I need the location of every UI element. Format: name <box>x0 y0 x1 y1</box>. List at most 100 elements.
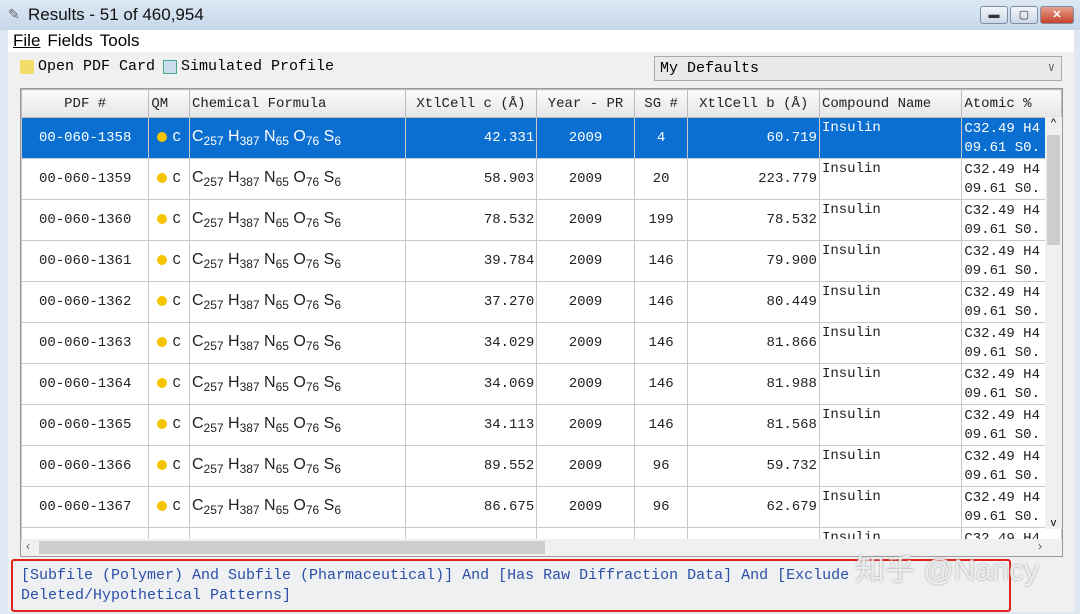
maximize-button[interactable]: ▢ <box>1010 6 1038 24</box>
qm-cell: C <box>148 240 190 282</box>
chemical-formula: C257 H387 N65 O76 S6 <box>188 158 406 200</box>
formula-subscript: 387 <box>239 298 260 313</box>
close-button[interactable]: ✕ <box>1040 6 1074 24</box>
formula-subscript: 257 <box>203 134 224 149</box>
column-header[interactable]: Compound Name <box>818 89 963 118</box>
menu-tools[interactable]: Tools <box>100 31 140 52</box>
sg-number: 20 <box>633 158 689 200</box>
quality-dot-icon <box>157 419 168 430</box>
formula-subscript: 257 <box>203 175 224 190</box>
title-bar: ✎ Results - 51 of 460,954 ▬ ▢ ✕ <box>0 0 1080 30</box>
scroll-left-icon[interactable]: ‹ <box>26 539 30 553</box>
table-row[interactable]: 00-060-1358 C C257 H387 N65 O76 S6 42.33… <box>21 117 1062 159</box>
pdf-number: 00-060-1363 <box>21 322 150 364</box>
table-row[interactable]: 00-060-1361 C C257 H387 N65 O76 S6 39.78… <box>21 240 1062 282</box>
chemical-formula: C257 H387 N65 O76 S6 <box>188 404 406 446</box>
open-pdf-card-label: Open PDF Card <box>38 58 156 75</box>
column-header[interactable]: QM <box>148 89 190 118</box>
formula-subscript: 76 <box>305 503 320 518</box>
table-row[interactable]: 00-060-1365 C C257 H387 N65 O76 S6 34.11… <box>21 404 1062 446</box>
qm-cell: C <box>148 281 190 323</box>
formula-subscript: 387 <box>239 421 260 436</box>
chemical-formula: C257 H387 N65 O76 S6 <box>188 117 406 159</box>
xtlcell-c: 37.270 <box>404 281 538 323</box>
qm-cell: C <box>148 322 190 364</box>
column-header[interactable]: Chemical Formula <box>188 89 406 118</box>
table-row[interactable]: 00-060-1363 C C257 H387 N65 O76 S6 34.02… <box>21 322 1062 364</box>
formula-subscript: 65 <box>275 298 289 313</box>
table-row[interactable]: 00-060-1362 C C257 H387 N65 O76 S6 37.27… <box>21 281 1062 323</box>
year: 2009 <box>536 199 635 241</box>
formula-subscript: 76 <box>305 462 320 477</box>
xtlcell-b: 62.679 <box>687 486 820 528</box>
formula-subscript: 76 <box>305 421 320 436</box>
xtlcell-b: 223.779 <box>687 158 820 200</box>
qm-cell: C <box>148 199 190 241</box>
menu-fields[interactable]: Fields <box>47 31 92 52</box>
view-select[interactable]: My Defaults ∨ <box>654 56 1062 81</box>
xtlcell-c: 34.029 <box>404 322 538 364</box>
simulated-profile-button[interactable]: Simulated Profile <box>163 58 334 75</box>
qm-cell: C <box>148 404 190 446</box>
formula-subscript: 76 <box>305 257 320 272</box>
formula-subscript: 6 <box>334 380 342 395</box>
formula-subscript: 6 <box>334 216 342 231</box>
column-header[interactable]: Atomic % <box>961 89 1062 118</box>
qm-cell: C <box>148 158 190 200</box>
xtlcell-b: 59.732 <box>687 445 820 487</box>
year: 2009 <box>536 158 635 200</box>
compound-name: Insulin <box>818 486 963 528</box>
column-header[interactable]: PDF # <box>21 89 150 118</box>
quality-dot-icon <box>157 378 168 389</box>
column-header[interactable]: XtlCell b (Å) <box>687 89 820 118</box>
formula-subscript: 387 <box>239 380 260 395</box>
compound-name: Insulin <box>818 117 963 159</box>
scroll-up-icon[interactable]: ^ <box>1045 117 1062 129</box>
year: 2009 <box>536 117 635 159</box>
column-header[interactable]: XtlCell c (Å) <box>404 89 538 118</box>
qm-cell: C <box>148 486 190 528</box>
menu-file[interactable]: File <box>13 31 40 52</box>
formula-subscript: 257 <box>203 380 224 395</box>
year: 2009 <box>536 240 635 282</box>
column-header[interactable]: SG # <box>633 89 689 118</box>
column-header[interactable]: Year - PR <box>536 89 635 118</box>
chevron-down-icon: ∨ <box>1047 61 1055 75</box>
horizontal-scroll-thumb[interactable] <box>39 541 545 554</box>
xtlcell-b: 79.900 <box>687 240 820 282</box>
xtlcell-b: 81.866 <box>687 322 820 364</box>
table-row[interactable]: 00-060-1360 C C257 H387 N65 O76 S6 78.53… <box>21 199 1062 241</box>
chemical-formula: C257 H387 N65 O76 S6 <box>188 322 406 364</box>
scroll-down-icon[interactable]: v <box>1045 517 1062 529</box>
formula-subscript: 6 <box>334 339 342 354</box>
table-row[interactable]: 00-060-1366 C C257 H387 N65 O76 S6 89.55… <box>21 445 1062 487</box>
xtlcell-b: 60.719 <box>687 117 820 159</box>
formula-subscript: 387 <box>239 257 260 272</box>
table-row[interactable]: 00-060-1359 C C257 H387 N65 O76 S6 58.90… <box>21 158 1062 200</box>
formula-subscript: 257 <box>203 298 224 313</box>
year: 2009 <box>536 445 635 487</box>
table-row[interactable]: 00-060-1367 C C257 H387 N65 O76 S6 86.67… <box>21 486 1062 528</box>
formula-subscript: 257 <box>203 421 224 436</box>
sg-number: 96 <box>633 445 689 487</box>
formula-subscript: 65 <box>275 175 289 190</box>
formula-subscript: 387 <box>239 339 260 354</box>
xtlcell-c: 42.331 <box>404 117 538 159</box>
qm-cell: C <box>148 363 190 405</box>
year: 2009 <box>536 322 635 364</box>
results-table: PDF # QM Chemical Formula XtlCell c (Å) Year… <box>20 88 1063 557</box>
formula-subscript: 76 <box>305 339 320 354</box>
vertical-scrollbar[interactable]: ^ v <box>1045 117 1062 529</box>
formula-subscript: 6 <box>334 462 342 477</box>
minimize-button[interactable]: ▬ <box>980 6 1008 24</box>
vertical-scroll-thumb[interactable] <box>1047 135 1060 245</box>
pdf-number: 00-060-1365 <box>21 404 150 446</box>
open-pdf-card-button[interactable]: Open PDF Card <box>20 58 155 75</box>
formula-subscript: 387 <box>239 216 260 231</box>
sg-number: 4 <box>633 117 689 159</box>
sg-number: 146 <box>633 322 689 364</box>
formula-subscript: 6 <box>334 257 342 272</box>
table-row[interactable]: 00-060-1364 C C257 H387 N65 O76 S6 34.06… <box>21 363 1062 405</box>
year: 2009 <box>536 363 635 405</box>
quality-dot-icon <box>157 173 168 184</box>
